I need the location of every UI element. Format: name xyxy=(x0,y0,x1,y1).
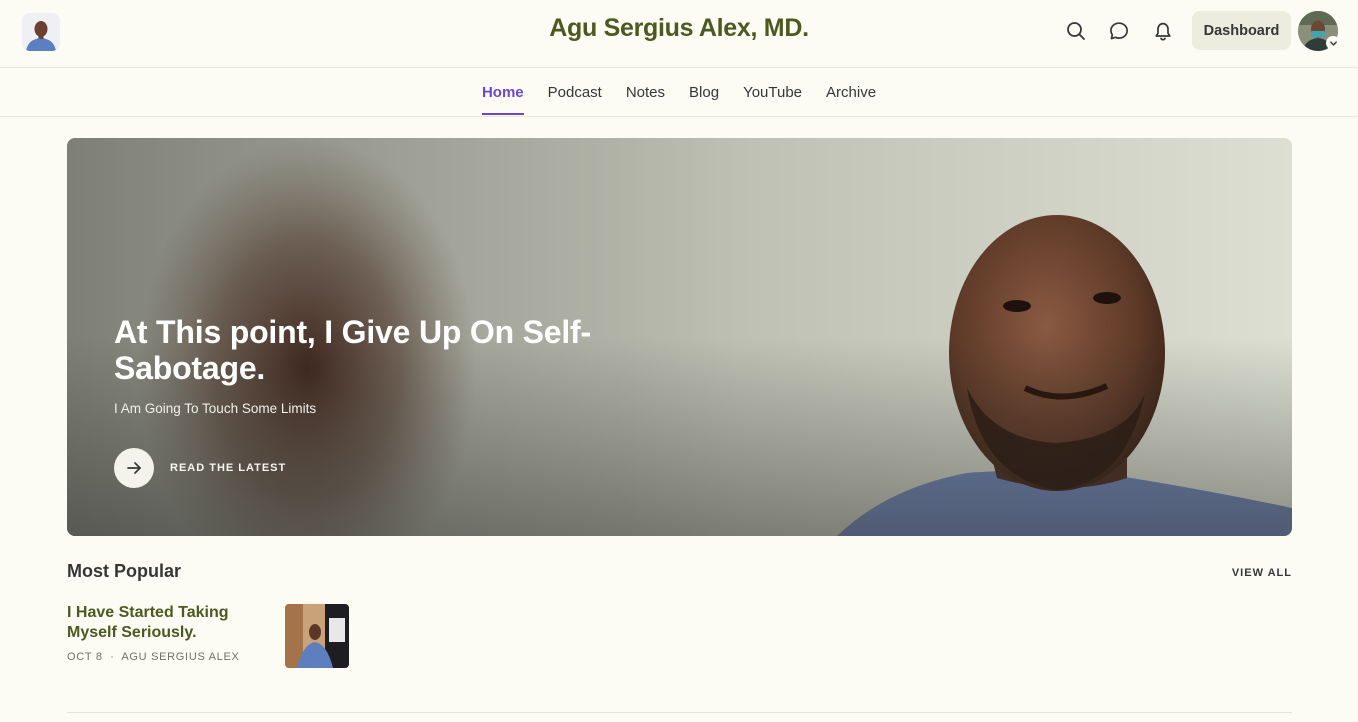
tab-youtube[interactable]: YouTube xyxy=(731,68,814,116)
hero-title[interactable]: At This point, I Give Up On Self-Sabotag… xyxy=(114,314,634,386)
top-bar: Agu Sergius Alex, MD. Dashboard xyxy=(0,0,1358,68)
popular-post-item[interactable]: I Have Started Taking Myself Seriously. … xyxy=(67,603,349,668)
bell-icon[interactable] xyxy=(1148,16,1178,46)
tab-podcast[interactable]: Podcast xyxy=(536,68,614,116)
search-icon[interactable] xyxy=(1061,16,1091,46)
post-author[interactable]: AGU SERGIUS ALEX xyxy=(121,651,239,663)
tab-archive[interactable]: Archive xyxy=(814,68,888,116)
hero-text: At This point, I Give Up On Self-Sabotag… xyxy=(114,314,634,416)
read-latest-link[interactable]: READ THE LATEST xyxy=(114,448,286,488)
tab-notes[interactable]: Notes xyxy=(614,68,677,116)
publication-logo[interactable] xyxy=(22,13,60,51)
post-meta: OCT 8 ∙ AGU SERGIUS ALEX xyxy=(67,651,240,663)
view-all-link[interactable]: VIEW ALL xyxy=(1200,567,1292,579)
chevron-down-icon[interactable] xyxy=(1326,36,1340,50)
post-date: OCT 8 xyxy=(67,651,103,663)
section-divider xyxy=(67,712,1292,713)
post-thumbnail[interactable] xyxy=(285,604,349,668)
tab-blog[interactable]: Blog xyxy=(677,68,731,116)
tab-home[interactable]: Home xyxy=(470,68,536,116)
post-title[interactable]: I Have Started Taking Myself Seriously. xyxy=(67,603,267,643)
main-nav: Home Podcast Notes Blog YouTube Archive xyxy=(0,68,1358,117)
publication-title[interactable]: Agu Sergius Alex, MD. xyxy=(549,14,809,42)
arrow-right-icon[interactable] xyxy=(114,448,154,488)
chat-icon[interactable] xyxy=(1104,16,1134,46)
read-latest-label[interactable]: READ THE LATEST xyxy=(170,462,286,474)
most-popular-heading: Most Popular xyxy=(67,561,182,581)
hero-subtitle: I Am Going To Touch Some Limits xyxy=(114,401,317,416)
dashboard-button[interactable]: Dashboard xyxy=(1192,11,1291,50)
meta-separator: ∙ xyxy=(110,651,115,663)
hero-latest-post[interactable]: At This point, I Give Up On Self-Sabotag… xyxy=(67,138,1292,536)
